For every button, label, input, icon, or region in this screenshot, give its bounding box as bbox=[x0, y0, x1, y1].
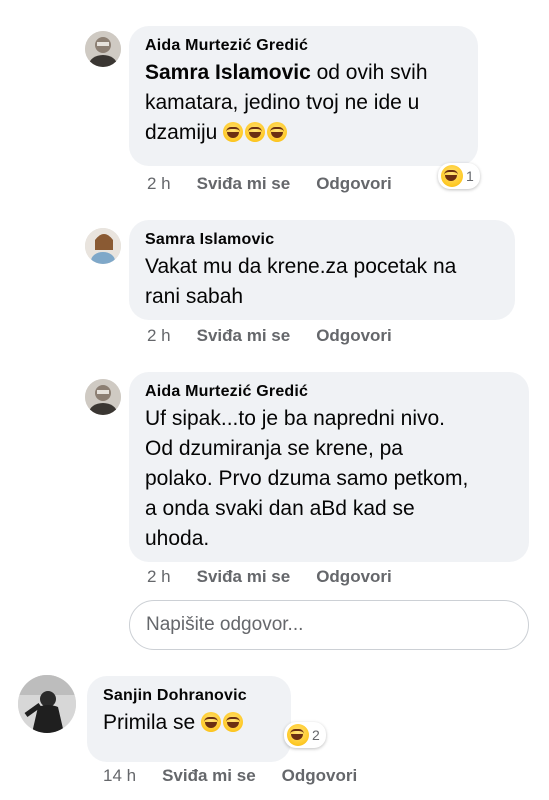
comment-author[interactable]: Samra Islamovic bbox=[145, 231, 499, 249]
comment-text: Uf sipak...to je ba napredni nivo. Od dz… bbox=[145, 407, 469, 550]
haha-reaction-icon bbox=[441, 165, 463, 187]
comment-text: Samra Islamovic od ovih svih kamatara, j… bbox=[145, 61, 428, 144]
reply-input[interactable]: Napišite odgovor... bbox=[129, 600, 529, 650]
avatar-aida[interactable] bbox=[85, 379, 121, 415]
comment-bubble: Aida Murtezić Gredić Samra Islamovic od … bbox=[129, 26, 478, 166]
haha-reaction-icon bbox=[287, 724, 309, 746]
avatar-aida[interactable] bbox=[85, 31, 121, 67]
laughing-emoji-icon bbox=[223, 712, 244, 732]
comment-actions: 2 h Sviđa mi se Odgovori bbox=[147, 567, 392, 587]
comment-time[interactable]: 2 h bbox=[147, 326, 171, 346]
reaction-count: 2 bbox=[312, 727, 320, 743]
reply-placeholder: Napišite odgovor... bbox=[146, 614, 304, 635]
laughing-emoji-icon bbox=[267, 122, 288, 142]
comment-text: Vakat mu da krene.za pocetak na rani sab… bbox=[145, 255, 457, 308]
reply-button[interactable]: Odgovori bbox=[316, 567, 392, 587]
like-button[interactable]: Sviđa mi se bbox=[197, 326, 291, 346]
comment-actions: 2 h Sviđa mi se Odgovori bbox=[147, 326, 392, 346]
comment-bubble: Sanjin Dohranovic Primila se bbox=[87, 676, 291, 762]
mention-link[interactable]: Samra Islamovic bbox=[145, 61, 311, 84]
comment-bubble: Samra Islamovic Vakat mu da krene.za poc… bbox=[129, 220, 515, 320]
comment-bubble: Aida Murtezić Gredić Uf sipak...to je ba… bbox=[129, 372, 529, 562]
reply-button[interactable]: Odgovori bbox=[316, 326, 392, 346]
comment-author[interactable]: Aida Murtezić Gredić bbox=[145, 383, 513, 401]
reaction-summary[interactable]: 1 bbox=[438, 163, 480, 189]
comment-text: Primila se bbox=[103, 708, 275, 738]
like-button[interactable]: Sviđa mi se bbox=[197, 567, 291, 587]
comment-actions: 14 h Sviđa mi se Odgovori bbox=[103, 766, 357, 786]
like-button[interactable]: Sviđa mi se bbox=[162, 766, 256, 786]
reaction-summary[interactable]: 2 bbox=[284, 722, 326, 748]
comment-author[interactable]: Sanjin Dohranovic bbox=[103, 687, 275, 705]
comment-author[interactable]: Aida Murtezić Gredić bbox=[145, 37, 462, 55]
comment-time[interactable]: 2 h bbox=[147, 174, 171, 194]
laughing-emoji-icon bbox=[201, 712, 222, 732]
reply-button[interactable]: Odgovori bbox=[316, 174, 392, 194]
reaction-count: 1 bbox=[466, 168, 474, 184]
comment-actions: 2 h Sviđa mi se Odgovori bbox=[147, 174, 392, 194]
avatar-samra[interactable] bbox=[85, 228, 121, 264]
like-button[interactable]: Sviđa mi se bbox=[197, 174, 291, 194]
laughing-emoji-icon bbox=[245, 122, 266, 142]
avatar-sanjin[interactable] bbox=[18, 675, 76, 733]
reply-button[interactable]: Odgovori bbox=[282, 766, 358, 786]
comment-time[interactable]: 2 h bbox=[147, 567, 171, 587]
comment-time[interactable]: 14 h bbox=[103, 766, 136, 786]
laughing-emoji-icon bbox=[223, 122, 244, 142]
